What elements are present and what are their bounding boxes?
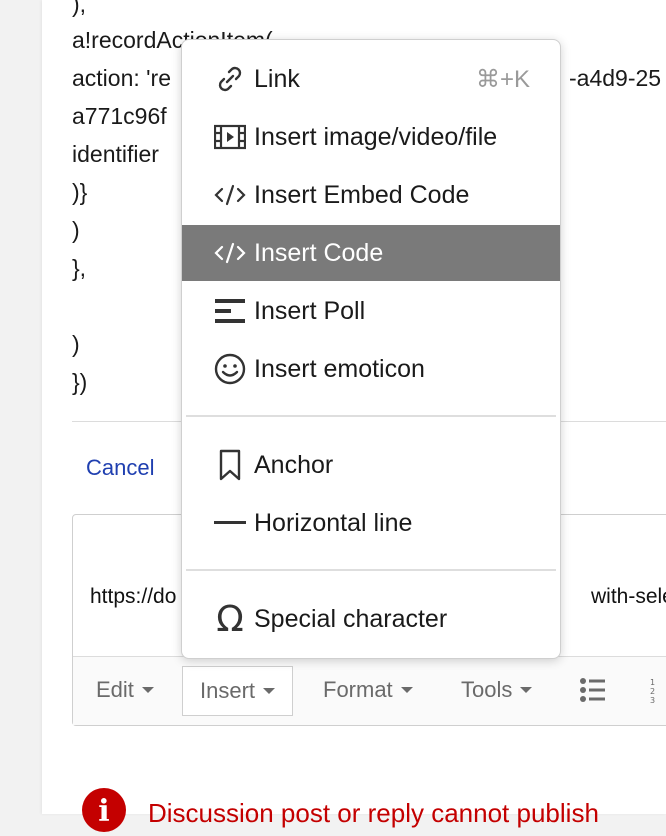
tools-menu-label: Tools (461, 677, 513, 702)
numbered-list-icon: 1 2 3 (650, 678, 655, 703)
svg-text:3: 3 (650, 696, 655, 703)
insert-menu-label: Insert (200, 678, 256, 703)
menu-item-label: Insert Embed Code (254, 180, 470, 209)
menu-item-insert-code[interactable]: Insert Code (182, 225, 560, 281)
format-menu-label: Format (323, 677, 393, 702)
embed-code-icon (213, 178, 247, 212)
menu-item-label: Insert Code (254, 238, 384, 267)
tools-menu-button[interactable]: Tools (461, 666, 533, 714)
emoticon-icon (213, 352, 247, 386)
code-line: ), (72, 0, 87, 17)
menu-separator (186, 415, 556, 417)
chevron-down-icon (263, 688, 276, 694)
menu-item-horizontal-line[interactable]: Horizontal line (182, 495, 560, 551)
code-line: ) (72, 331, 80, 357)
error-icon: i (82, 788, 126, 832)
bullet-list-icon (580, 678, 605, 702)
editor-text: https://do (90, 585, 177, 608)
numbered-list-button[interactable]: 1 2 3 (650, 666, 666, 714)
keyboard-shortcut: ⌘+K (475, 65, 530, 93)
horizontal-line-icon (213, 506, 247, 540)
media-icon (213, 120, 247, 154)
bookmark-icon (213, 448, 247, 482)
code-icon (213, 236, 247, 270)
code-line: a771c96f (72, 103, 167, 129)
menu-item-label: Horizontal line (254, 508, 413, 537)
menu-item-label: Insert image/video/file (254, 122, 498, 151)
menu-item-link[interactable]: Link ⌘+K (182, 51, 560, 107)
menu-item-label: Insert Poll (254, 296, 366, 325)
insert-menu-button[interactable]: Insert (182, 666, 294, 716)
code-line: ) (72, 217, 80, 243)
code-line: )} (72, 179, 88, 205)
code-line: identifier (72, 141, 159, 167)
chevron-down-icon (400, 687, 413, 693)
edit-menu-button[interactable]: Edit (96, 666, 154, 714)
edit-menu-label: Edit (96, 677, 134, 702)
svg-text:2: 2 (650, 687, 655, 696)
cancel-link[interactable]: Cancel (86, 455, 154, 481)
format-menu-button[interactable]: Format (323, 666, 413, 714)
poll-icon (213, 294, 247, 328)
menu-item-label: Insert emoticon (254, 354, 425, 383)
chevron-down-icon (141, 687, 154, 693)
link-icon (213, 62, 247, 96)
insert-dropdown-menu: Link ⌘+K Insert image/video/file Insert … (181, 39, 561, 659)
menu-item-insert-media[interactable]: Insert image/video/file (182, 109, 560, 165)
code-line: }, (72, 255, 87, 281)
omega-icon: Ω (216, 598, 244, 640)
menu-item-special-character[interactable]: Ω Special character (182, 591, 560, 647)
menu-item-label: Link (254, 64, 300, 93)
editor-toolbar: Edit Insert Format Tools 1 2 3 (73, 656, 666, 725)
menu-separator (186, 569, 556, 571)
menu-item-insert-embed-code[interactable]: Insert Embed Code (182, 167, 560, 223)
menu-item-insert-emoticon[interactable]: Insert emoticon (182, 341, 560, 397)
chevron-down-icon (520, 687, 533, 693)
menu-item-anchor[interactable]: Anchor (182, 437, 560, 493)
menu-item-insert-poll[interactable]: Insert Poll (182, 283, 560, 339)
svg-text:1: 1 (650, 678, 655, 687)
code-line-right: -a4d9-25 (569, 65, 662, 91)
code-line: }) (72, 369, 88, 395)
bullet-list-button[interactable] (579, 666, 607, 714)
code-line: action: 're (72, 65, 171, 91)
menu-item-label: Special character (254, 604, 448, 633)
editor-text-right: with-selec (591, 585, 666, 608)
menu-item-label: Anchor (254, 450, 334, 479)
